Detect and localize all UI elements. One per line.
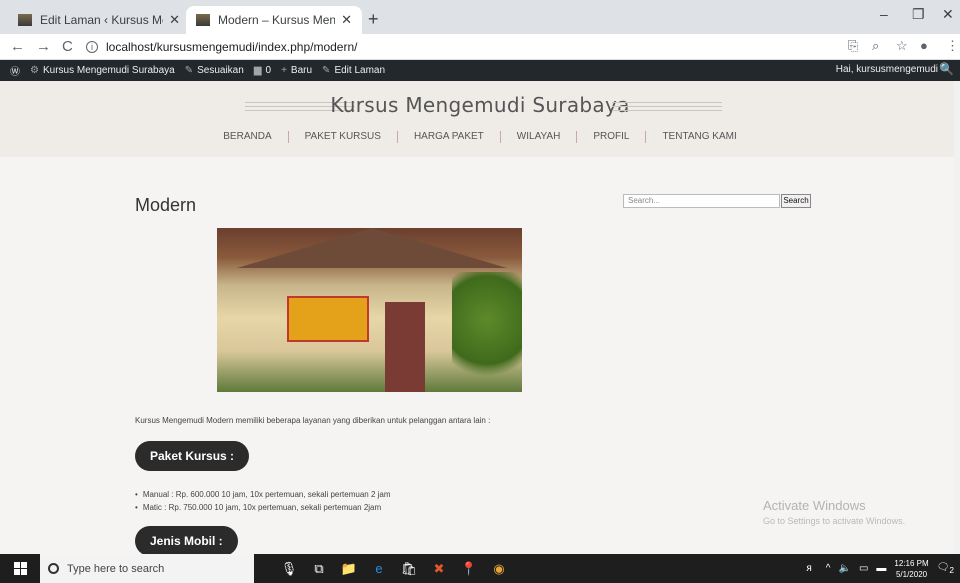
photo-tree xyxy=(452,272,522,392)
search-input[interactable]: Search... xyxy=(623,194,780,208)
url-bar[interactable]: i localhost/kursusmengemudi/index.php/mo… xyxy=(86,37,826,57)
task-view-icon[interactable]: ⧉ xyxy=(304,561,334,577)
taskbar-search[interactable]: Type here to search xyxy=(40,554,254,583)
adminbar-customize[interactable]: ✎ Sesuaikan xyxy=(185,65,244,76)
info-icon[interactable]: i xyxy=(86,41,98,53)
tab-title: Modern – Kursus Mengemudi Su xyxy=(218,13,336,27)
microphone-icon[interactable]: 🎙 xyxy=(274,561,304,577)
store-icon[interactable]: 🛍 xyxy=(394,561,424,577)
wp-admin-bar: Ⓦ ⚙ Kursus Mengemudi Surabaya ✎ Sesuaika… xyxy=(0,60,960,81)
close-tab-icon[interactable]: ✕ xyxy=(341,12,352,28)
battery-icon[interactable]: ▬ xyxy=(876,563,886,574)
windows-taskbar: Type here to search 🎙 ⧉ 📁 e 🛍 ✖ 📍 ◉ ᴙ ^ … xyxy=(0,554,960,583)
page-scrollbar[interactable] xyxy=(954,81,960,554)
minimize-button[interactable]: – xyxy=(880,6,888,22)
address-toolbar: ← → C i localhost/kursusmengemudi/index.… xyxy=(0,34,960,60)
system-tray: ᴙ ^ 🔈 ▭ ▬ 12:16 PM 5/1/2020 🗨2 xyxy=(806,554,954,583)
site-favicon-icon xyxy=(196,14,210,26)
clock[interactable]: 12:16 PM 5/1/2020 xyxy=(894,558,928,580)
notification-icon[interactable]: 🗨2 xyxy=(937,562,954,575)
site-favicon-icon xyxy=(18,14,32,26)
menu-kebab-icon[interactable]: ⋮ xyxy=(946,38,959,54)
site-title[interactable]: Kursus Mengemudi Surabaya xyxy=(0,93,960,117)
photo-roof xyxy=(237,228,507,268)
url-text: localhost/kursusmengemudi/index.php/mode… xyxy=(106,40,358,54)
menu-item-harga-paket[interactable]: HARGA PAKET xyxy=(398,131,501,143)
new-tab-button[interactable]: + xyxy=(368,9,379,30)
section-heading-paket-kursus: Paket Kursus : xyxy=(135,441,250,471)
photo-door xyxy=(385,302,425,392)
title-decoration-right xyxy=(612,102,722,111)
profile-icon[interactable]: ● xyxy=(920,38,928,53)
volume-icon[interactable]: 🔈 xyxy=(839,563,851,574)
cortana-icon xyxy=(48,563,59,574)
section-heading-jenis-mobil: Jenis Mobil : xyxy=(135,526,238,556)
main-content: Modern Kursus Mengemudi Modern memiliki … xyxy=(0,157,960,556)
maps-icon[interactable]: 📍 xyxy=(454,561,484,577)
clock-time: 12:16 PM xyxy=(894,558,929,568)
adminbar-comments[interactable]: ▆ 0 xyxy=(254,65,271,76)
adminbar-edit-page[interactable]: ✎ Edit Laman xyxy=(322,65,385,76)
close-window-button[interactable]: ✕ xyxy=(942,6,954,23)
search-button[interactable]: Search xyxy=(781,194,811,208)
bookmark-star-icon[interactable]: ☆ xyxy=(896,38,908,54)
edge-icon[interactable]: e xyxy=(364,561,394,576)
chrome-icon[interactable]: ◉ xyxy=(484,561,514,577)
list-item: Manual : Rp. 600.000 10 jam, 10x pertemu… xyxy=(135,488,391,501)
activate-windows-title: Activate Windows xyxy=(763,498,866,513)
menu-item-profil[interactable]: PROFIL xyxy=(577,131,647,143)
dashboard-icon: ⚙ xyxy=(30,65,39,76)
start-button[interactable] xyxy=(0,554,40,583)
plus-icon: + xyxy=(281,65,287,76)
file-explorer-icon[interactable]: 📁 xyxy=(334,561,364,577)
menu-item-wilayah[interactable]: WILAYAH xyxy=(501,131,578,143)
intro-paragraph: Kursus Mengemudi Modern memiliki beberap… xyxy=(135,416,491,425)
adminbar-new[interactable]: + Baru xyxy=(281,65,312,76)
pencil-icon: ✎ xyxy=(322,65,331,76)
search-icon[interactable]: 🔍 xyxy=(939,62,954,76)
menu-item-paket-kursus[interactable]: PAKET KURSUS xyxy=(289,131,398,143)
close-tab-icon[interactable]: ✕ xyxy=(169,12,180,28)
windows-logo-icon xyxy=(13,562,27,575)
tab-edit-laman[interactable]: Edit Laman ‹ Kursus Mengemudi ✕ xyxy=(8,6,190,34)
browser-tab-strip: Edit Laman ‹ Kursus Mengemudi ✕ Modern –… xyxy=(0,0,960,34)
reload-button[interactable]: C xyxy=(62,38,73,55)
people-icon[interactable]: ᴙ xyxy=(806,563,811,574)
taskbar-search-placeholder: Type here to search xyxy=(67,562,165,575)
tab-title: Edit Laman ‹ Kursus Mengemudi xyxy=(40,13,163,27)
chevron-up-icon[interactable]: ^ xyxy=(826,563,831,574)
adminbar-site-name[interactable]: ⚙ Kursus Mengemudi Surabaya xyxy=(30,65,175,76)
forward-button[interactable]: → xyxy=(36,38,51,55)
site-header: Kursus Mengemudi Surabaya BERANDA PAKET … xyxy=(0,81,960,157)
translate-icon[interactable]: ⎘ xyxy=(848,38,858,54)
menu-item-tentang-kami[interactable]: TENTANG KAMI xyxy=(646,131,752,143)
comment-icon: ▆ xyxy=(253,65,262,76)
notification-count: 2 xyxy=(949,565,954,575)
photo-signboard xyxy=(287,296,369,342)
network-icon[interactable]: ▭ xyxy=(859,563,868,574)
clock-date: 5/1/2020 xyxy=(895,569,928,579)
back-button[interactable]: ← xyxy=(10,38,25,55)
tab-modern[interactable]: Modern – Kursus Mengemudi Su ✕ xyxy=(186,6,362,34)
brush-icon: ✎ xyxy=(184,65,194,76)
zoom-icon[interactable]: ⌕ xyxy=(872,38,879,54)
driving-school-photo xyxy=(217,228,522,392)
list-item: Matic : Rp. 750.000 10 jam, 10x pertemua… xyxy=(135,501,391,514)
activate-windows-subtitle: Go to Settings to activate Windows. xyxy=(763,516,906,526)
adminbar-greeting[interactable]: Hai, kursusmengemudi xyxy=(836,64,938,75)
maximize-button[interactable]: ❐ xyxy=(912,6,925,23)
xampp-icon[interactable]: ✖ xyxy=(424,561,454,577)
main-menu: BERANDA PAKET KURSUS HARGA PAKET WILAYAH… xyxy=(0,131,960,143)
package-list: Manual : Rp. 600.000 10 jam, 10x pertemu… xyxy=(135,488,391,514)
wordpress-logo-icon[interactable]: Ⓦ xyxy=(10,63,20,78)
page-title: Modern xyxy=(135,195,197,215)
menu-item-beranda[interactable]: BERANDA xyxy=(207,131,289,143)
